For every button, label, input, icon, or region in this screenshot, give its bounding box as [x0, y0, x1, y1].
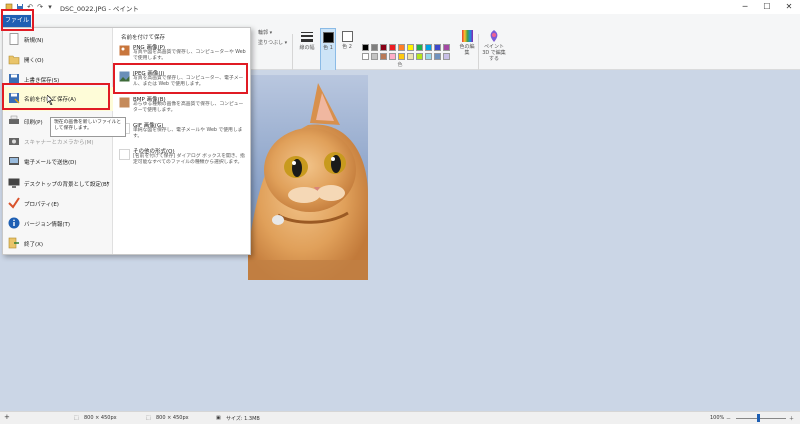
menu-item-label: 電子メールで送信(D)	[24, 160, 77, 166]
bmp-image-icon	[119, 97, 130, 108]
color2-button[interactable]: 色 2	[339, 28, 355, 74]
image-size: 800 × 450px	[156, 415, 189, 421]
info-icon	[8, 217, 20, 229]
color-swatch[interactable]	[407, 44, 414, 51]
color-swatch[interactable]	[407, 53, 414, 60]
save-as-other[interactable]: その他の形式(O) [名前を付けて保存] ダイアログ ボックスを開き、指定可能な…	[118, 147, 248, 173]
open-folder-icon	[8, 53, 20, 65]
camera-icon	[8, 135, 20, 147]
color-swatch[interactable]	[362, 44, 369, 51]
color-wheel-icon	[461, 30, 473, 42]
colors-group-label: 色	[397, 62, 403, 68]
title-bar: ↶ ↷ ▾ DSC_0022.JPG - ペイント ─ ☐ ✕	[0, 0, 800, 14]
color-swatch[interactable]	[425, 53, 432, 60]
color-swatch[interactable]	[398, 53, 405, 60]
outline-label: 輪郭	[258, 30, 269, 36]
menu-item-label: 印刷(P)	[24, 120, 43, 126]
file-size-icon: ▣	[216, 415, 221, 421]
menu-item-label: バージョン情報(T)	[24, 222, 71, 228]
size-button[interactable]: 線の幅	[296, 32, 318, 51]
color-swatch[interactable]	[398, 44, 405, 51]
menu-item-label: 開く(O)	[24, 58, 44, 64]
close-button[interactable]: ✕	[778, 0, 800, 14]
jpeg-highlight	[113, 63, 248, 94]
exit-icon	[8, 237, 20, 249]
color2-swatch	[341, 31, 353, 42]
color-swatch[interactable]	[434, 53, 441, 60]
save-as-heading: 名前を付けて保存	[121, 35, 166, 41]
print-icon	[8, 115, 20, 127]
zoom-slider[interactable]	[736, 418, 786, 419]
color-swatch[interactable]	[434, 44, 441, 51]
png-image-icon	[119, 45, 130, 56]
color-swatch[interactable]	[380, 44, 387, 51]
save-as-gif[interactable]: GIF 画像(G) 単純な図を保存し、電子メールや Web で使用します。	[118, 121, 248, 145]
selection-size: 800 × 450px	[84, 415, 117, 421]
size-label: 線の幅	[299, 45, 315, 51]
mouse-cursor-icon	[46, 94, 55, 106]
zoom-slider-thumb[interactable]	[757, 414, 760, 422]
color-swatch[interactable]	[425, 44, 432, 51]
maximize-button[interactable]: ☐	[756, 0, 778, 14]
status-bar: + ⬚ 800 × 450px ⬚ 800 × 450px ▣ サイズ: 1.3…	[0, 411, 800, 424]
color-swatch[interactable]	[416, 53, 423, 60]
file-tab-highlight	[1, 9, 34, 31]
color1-swatch	[322, 32, 334, 43]
format-description: あらゆる種類の画像を高画質で保存し、コンピューターで使用します。	[133, 102, 244, 113]
save-as-highlight	[2, 83, 110, 110]
format-description: [名前を付けて保存] ダイアログ ボックスを開き、指定可能なすべてのファイルの種…	[133, 154, 245, 165]
edit-colors-button[interactable]: 色の編集	[458, 30, 476, 56]
minimize-button[interactable]: ─	[734, 0, 756, 14]
save-as-bmp[interactable]: BMP 画像(B) あらゆる種類の画像を高画質で保存し、コンピューターで使用しま…	[118, 95, 248, 119]
color1-button[interactable]: 色 1	[320, 28, 336, 74]
color-swatch[interactable]	[443, 53, 450, 60]
new-file-icon	[8, 33, 20, 45]
menu-item-label: 新規(N)	[24, 38, 44, 44]
color-swatch[interactable]	[389, 44, 396, 51]
color1-label: 色 1	[323, 45, 333, 51]
menu-item-email[interactable]: 電子メールで送信(D)	[3, 150, 113, 174]
menu-item-label: プロパティ(E)	[24, 202, 59, 208]
zoom-in-button[interactable]: ＋	[789, 415, 794, 422]
window-title: DSC_0022.JPG - ペイント	[60, 5, 139, 13]
file-size: サイズ: 1.3MB	[226, 416, 260, 422]
other-formats-icon	[119, 149, 130, 160]
menu-item-exit[interactable]: 終了(X)	[3, 232, 113, 256]
file-menu: 新規(N) 開く(O) 上書き保存(S) 名前を付けて保存(A) 印刷(P) ス…	[2, 27, 251, 255]
format-description: 単純な図を保存し、電子メールや Web で使用します。	[133, 128, 243, 139]
file-menu-commands: 新規(N) 開く(O) 上書き保存(S) 名前を付けて保存(A) 印刷(P) ス…	[3, 28, 113, 254]
add-icon[interactable]: +	[4, 413, 10, 421]
cat-photo[interactable]	[248, 75, 368, 280]
quick-access-dropdown-icon[interactable]: ▾	[46, 3, 54, 11]
zoom-out-button[interactable]: －	[726, 415, 731, 422]
submenu-arrow-icon: ▸	[107, 180, 110, 186]
color-swatch[interactable]	[362, 53, 369, 60]
selection-size-icon: ⬚	[74, 415, 79, 421]
menu-item-label: デスクトップの背景として設定(B)	[24, 182, 109, 188]
menu-item-label: スキャナーとカメラから(M)	[24, 140, 94, 146]
paint3d-button[interactable]: ペイント 3D で編集する	[480, 30, 508, 62]
redo-icon[interactable]: ↷	[36, 3, 44, 11]
menu-item-label: 終了(X)	[24, 242, 44, 248]
edit-colors-label: 色の編集	[459, 44, 475, 56]
format-description: 写真や図を高画質で保存し、コンピューターや Web で使用します。	[133, 50, 246, 61]
image-size-icon: ⬚	[146, 415, 151, 421]
email-icon	[8, 155, 20, 167]
color2-label: 色 2	[342, 44, 352, 50]
checkmark-icon	[8, 197, 20, 209]
color-swatch[interactable]	[380, 53, 387, 60]
color-swatch[interactable]	[416, 44, 423, 51]
color-swatch[interactable]	[389, 53, 396, 60]
paint3d-icon	[489, 30, 499, 42]
line-width-icon	[301, 32, 313, 42]
zoom-level: 100%	[710, 415, 725, 421]
fill-label: 塗りつぶし	[258, 40, 284, 46]
desktop-icon	[8, 177, 20, 189]
save-as-submenu: 名前を付けて保存 PNG 画像(P) 写真や図を高画質で保存し、コンピューターや…	[114, 28, 250, 254]
color-swatch[interactable]	[371, 53, 378, 60]
save-as-tooltip: 現在の画像を新しいファイルとして保存します。	[50, 117, 126, 137]
color-swatch[interactable]	[443, 44, 450, 51]
color-swatch[interactable]	[371, 44, 378, 51]
paint3d-label: ペイント 3D で編集する	[482, 44, 506, 62]
